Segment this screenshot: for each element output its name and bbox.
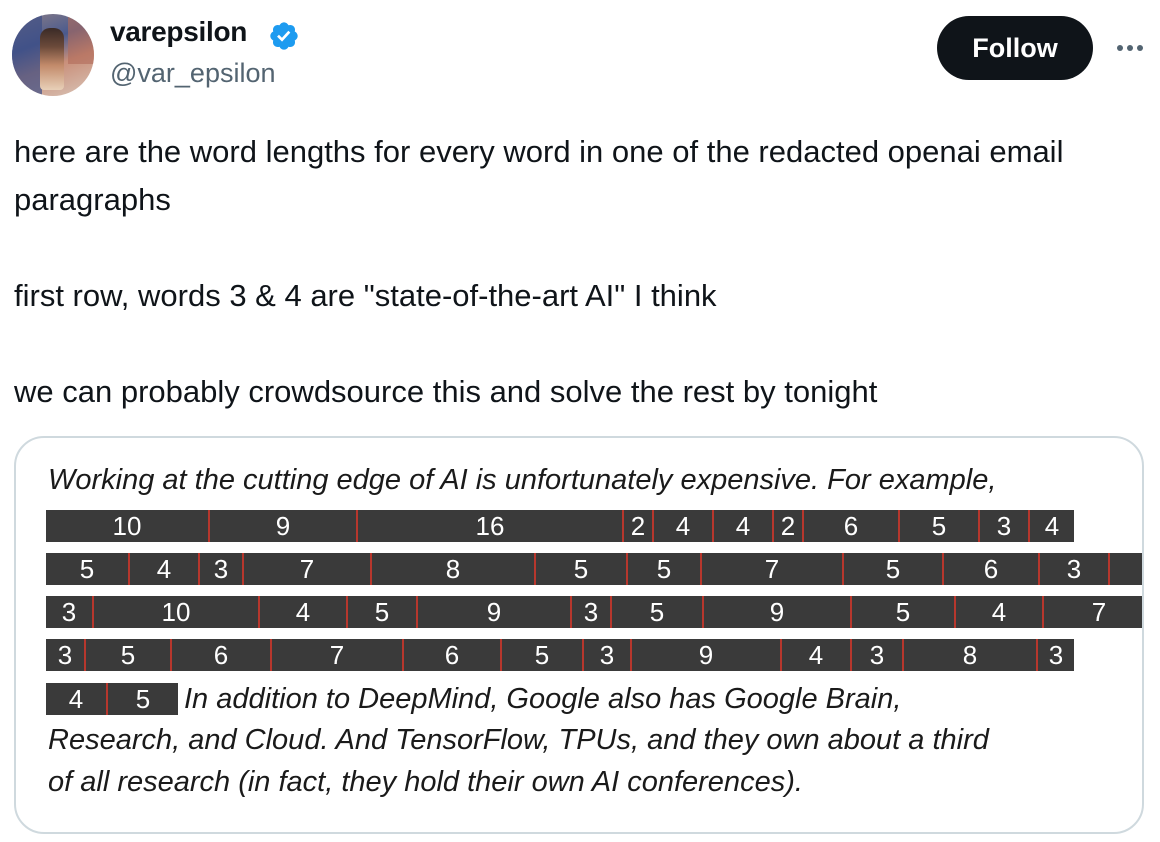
word-length-segment: 3 bbox=[200, 553, 244, 585]
more-dot bbox=[1137, 45, 1143, 51]
word-length-segment: 4 bbox=[956, 596, 1044, 628]
more-options-icon[interactable] bbox=[1108, 28, 1152, 68]
word-length-segment: 5 bbox=[900, 510, 980, 542]
image-text-line: of all research (in fact, they hold thei… bbox=[48, 766, 803, 798]
tweet-paragraph: here are the word lengths for every word… bbox=[14, 134, 1064, 217]
word-length-segment: 5 bbox=[348, 596, 418, 628]
image-text-line: Working at the cutting edge of AI is unf… bbox=[48, 464, 997, 496]
word-length-segment: 7 bbox=[244, 553, 372, 585]
verified-badge-icon bbox=[270, 22, 298, 50]
word-length-segment: 7 bbox=[702, 553, 844, 585]
word-length-segment: 4 bbox=[782, 639, 852, 671]
word-length-segment: 4 bbox=[654, 510, 714, 542]
word-length-segment: 3 bbox=[584, 639, 632, 671]
image-text-line: In addition to DeepMind, Google also has… bbox=[184, 682, 902, 715]
word-length-row: 3 10 4 5 9 3 5 9 5 4 7 bbox=[46, 596, 1142, 628]
word-length-segment: 4 bbox=[130, 553, 200, 585]
avatar-figure bbox=[40, 28, 64, 90]
avatar-background bbox=[12, 14, 42, 96]
word-length-segment: 9 bbox=[632, 639, 782, 671]
word-length-segment: 3 bbox=[1048, 640, 1064, 670]
word-length-segment: 3 bbox=[980, 510, 1030, 542]
word-length-row: 356765394383 bbox=[46, 639, 1074, 671]
word-length-segment: 9 bbox=[704, 596, 852, 628]
word-length-row-last: 45 In addition to DeepMind, Google also … bbox=[46, 682, 901, 716]
word-length-segment: 5 bbox=[612, 596, 704, 628]
word-length-segment: 8 bbox=[372, 553, 536, 585]
word-length-segment: 5 bbox=[852, 596, 956, 628]
word-length-segment: 3 bbox=[1040, 553, 1110, 585]
follow-button[interactable]: Follow bbox=[937, 16, 1093, 80]
word-length-row: 10 9 16 2 4 4 2 6 5 3 4 bbox=[46, 510, 1074, 542]
author-name[interactable]: varepsilon bbox=[110, 16, 247, 48]
word-length-segment: 4 bbox=[1044, 511, 1060, 541]
word-length-segment: 7 bbox=[272, 639, 404, 671]
more-dot bbox=[1127, 45, 1133, 51]
word-length-segment: 5 bbox=[135, 684, 151, 714]
word-length-segment: 3 bbox=[852, 639, 904, 671]
word-length-segment: 6 bbox=[804, 510, 900, 542]
word-length-segment: 2 bbox=[774, 510, 804, 542]
word-length-segment: 6 bbox=[1110, 553, 1142, 585]
word-length-segment: 6 bbox=[172, 639, 272, 671]
word-length-segment: 10 bbox=[46, 510, 210, 542]
word-length-segment: 4 bbox=[260, 596, 348, 628]
word-length-segment: 5 bbox=[46, 553, 130, 585]
word-length-segment: 6 bbox=[404, 639, 502, 671]
word-length-row: 45 bbox=[46, 683, 178, 715]
word-length-segment: 16 bbox=[358, 510, 624, 542]
word-length-segment: 2 bbox=[624, 510, 654, 542]
avatar-background-accent bbox=[68, 14, 94, 64]
tweet-paragraph: we can probably crowdsource this and sol… bbox=[14, 374, 878, 409]
word-length-segment: 4 bbox=[714, 510, 774, 542]
word-length-segment: 7 bbox=[1091, 597, 1107, 627]
word-length-segment: 6 bbox=[944, 553, 1040, 585]
word-length-segment: 5 bbox=[502, 639, 584, 671]
image-text-line: Research, and Cloud. And TensorFlow, TPU… bbox=[48, 724, 989, 756]
word-length-row: 543785575636 bbox=[46, 553, 1142, 585]
word-length-segment: 5 bbox=[628, 553, 702, 585]
word-length-segment: 5 bbox=[536, 553, 628, 585]
more-dot bbox=[1117, 45, 1123, 51]
tweet-text: here are the word lengths for every word… bbox=[14, 128, 1134, 416]
author-handle[interactable]: @var_epsilon bbox=[110, 58, 276, 89]
word-length-segment: 10 bbox=[94, 596, 260, 628]
word-length-segment: 9 bbox=[418, 596, 572, 628]
tweet-paragraph: first row, words 3 & 4 are "state-of-the… bbox=[14, 278, 717, 313]
word-length-segment: 3 bbox=[46, 596, 94, 628]
word-length-segment: 8 bbox=[904, 639, 1038, 671]
author-avatar[interactable] bbox=[12, 14, 94, 96]
word-length-segment: 9 bbox=[210, 510, 358, 542]
word-length-segment: 3 bbox=[46, 639, 86, 671]
word-length-segment: 5 bbox=[86, 639, 172, 671]
word-length-segment: 4 bbox=[46, 683, 108, 715]
word-length-segment: 5 bbox=[844, 553, 944, 585]
word-length-segment: 3 bbox=[572, 596, 612, 628]
tweet-media-image[interactable]: Working at the cutting edge of AI is unf… bbox=[14, 436, 1144, 834]
